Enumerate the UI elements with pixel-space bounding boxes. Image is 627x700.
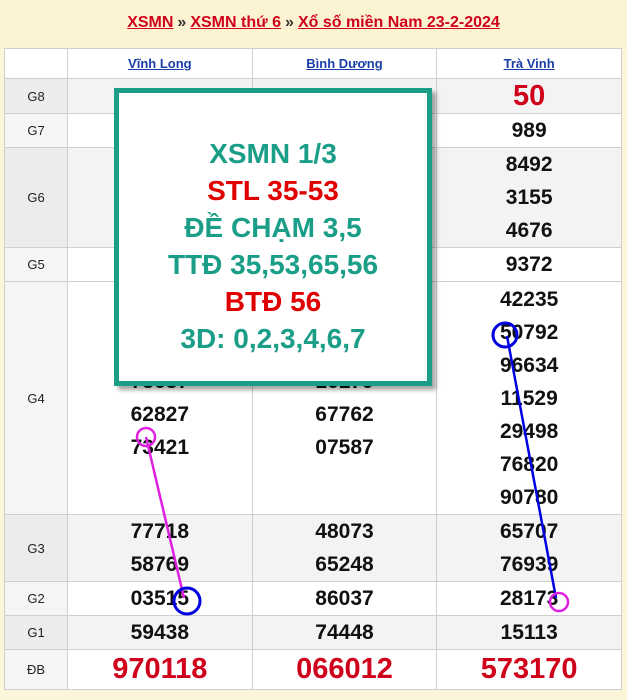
prize-number: 65248 bbox=[315, 553, 374, 576]
prize-number: 96634 bbox=[499, 353, 559, 377]
province-header: Vĩnh Long bbox=[67, 48, 253, 79]
prize-cell: 9372 bbox=[436, 247, 622, 282]
prize-cell: 86037 bbox=[251, 581, 438, 616]
prize-label: G6 bbox=[4, 147, 68, 248]
prize-number: 03515 bbox=[130, 587, 190, 610]
prize-number: 15113 bbox=[500, 621, 558, 644]
prize-number: 86037 bbox=[315, 587, 374, 610]
prize-number: 65707 bbox=[499, 520, 559, 543]
overlay-title: XSMN 1/3 bbox=[209, 138, 337, 169]
prize-number: 28173 bbox=[499, 587, 559, 610]
prize-label: G2 bbox=[4, 581, 68, 616]
prize-cell: 50 bbox=[436, 78, 622, 114]
breadcrumb-link-xsmn-thu6[interactable]: XSMN thứ 6 bbox=[190, 14, 281, 31]
prize-number: 989 bbox=[511, 119, 547, 142]
province-header-row: Vĩnh Long Bình Dương Trà Vinh bbox=[4, 48, 622, 79]
prize-number: 76820 bbox=[499, 452, 559, 476]
prize-cell: 42235 50792 96634 11529 29498 76820 9078… bbox=[436, 281, 622, 515]
prize-cell: 970118 bbox=[67, 649, 253, 690]
special-prize-number: 970118 bbox=[112, 653, 208, 685]
prize-cell: 8492 3155 4676 bbox=[436, 147, 622, 248]
province-link-vinh-long[interactable]: Vĩnh Long bbox=[128, 56, 192, 71]
prize-cell: 77718 58769 bbox=[67, 514, 253, 582]
prize-number: 59438 bbox=[130, 621, 190, 644]
prize-number: 50792 bbox=[499, 320, 559, 344]
prize-row-db: ĐB 970118 066012 573170 bbox=[4, 649, 622, 690]
prize-cell: 03515 bbox=[67, 581, 253, 616]
prediction-overlay-box: XSMN 1/3 STL 35-53 ĐỀ CHẠM 3,5 TTĐ 35,53… bbox=[114, 88, 432, 386]
prize-number: 29498 bbox=[499, 419, 559, 443]
breadcrumb-separator: » bbox=[177, 14, 187, 31]
province-link-tra-vinh[interactable]: Trà Vinh bbox=[504, 56, 555, 71]
overlay-stl: STL 35-53 bbox=[207, 175, 339, 206]
prize-cell: 48073 65248 bbox=[251, 514, 438, 582]
overlay-ttd: TTĐ 35,53,65,56 bbox=[167, 249, 379, 280]
prize-number: 48073 bbox=[315, 520, 374, 543]
breadcrumb-separator: » bbox=[285, 14, 294, 31]
prize-label: G1 bbox=[4, 615, 68, 650]
overlay-btd: BTĐ 56 bbox=[224, 286, 322, 317]
prize-number: 77718 bbox=[130, 520, 190, 543]
prize-number: 62827 bbox=[130, 403, 190, 426]
prize-label: ĐB bbox=[4, 649, 68, 690]
province-header: Bình Dương bbox=[251, 48, 438, 79]
prize-number: 42235 bbox=[499, 287, 559, 311]
overlay-de-cham: ĐỀ CHẠM 3,5 bbox=[184, 212, 362, 243]
prize-label: G4 bbox=[4, 281, 68, 515]
prize-cell: 28173 bbox=[436, 581, 622, 616]
province-header: Trà Vinh bbox=[436, 48, 622, 79]
prize-cell: 989 bbox=[436, 113, 622, 148]
prize-label: G3 bbox=[4, 514, 68, 582]
prize-number: 67762 bbox=[315, 403, 374, 426]
prize-number: 50 bbox=[513, 79, 546, 112]
breadcrumb: XSMN» XSMN thứ 6» Xổ số miền Nam 23-2-2024 bbox=[0, 0, 627, 46]
breadcrumb-link-xsmn[interactable]: XSMN bbox=[127, 14, 173, 31]
prize-cell: 65707 76939 bbox=[436, 514, 622, 582]
prize-number: 74448 bbox=[315, 621, 374, 644]
prize-number: 58769 bbox=[130, 553, 190, 576]
prize-label: G5 bbox=[4, 247, 68, 282]
prize-number: 73421 bbox=[130, 436, 190, 459]
special-prize-number: 066012 bbox=[296, 653, 393, 685]
prize-cell: 066012 bbox=[251, 649, 438, 690]
prize-number: 76939 bbox=[499, 553, 559, 576]
province-link-binh-duong[interactable]: Bình Dương bbox=[306, 56, 382, 71]
prize-number: 8492 bbox=[505, 153, 553, 176]
prize-number: 11529 bbox=[500, 386, 558, 410]
prize-cell: 573170 bbox=[436, 649, 622, 690]
prize-number: 90780 bbox=[499, 485, 559, 509]
prize-number: 4676 bbox=[505, 219, 553, 242]
prize-row-g2: G2 03515 86037 28173 bbox=[4, 581, 622, 616]
prize-row-g1: G1 59438 74448 15113 bbox=[4, 615, 622, 650]
prize-label: G8 bbox=[4, 78, 68, 114]
prize-cell: 15113 bbox=[436, 615, 622, 650]
prize-row-g3: G3 77718 58769 48073 65248 65707 76939 bbox=[4, 514, 622, 582]
prize-number: 07587 bbox=[315, 436, 374, 459]
prize-number: 9372 bbox=[505, 253, 553, 276]
overlay-3d: 3D: 0,2,3,4,6,7 bbox=[180, 323, 366, 354]
special-prize-number: 573170 bbox=[480, 653, 578, 685]
prize-label: G7 bbox=[4, 113, 68, 148]
prize-number: 3155 bbox=[505, 186, 553, 209]
prize-cell: 74448 bbox=[251, 615, 438, 650]
breadcrumb-link-current-date[interactable]: Xổ số miền Nam 23-2-2024 bbox=[298, 14, 500, 31]
corner-cell bbox=[4, 48, 68, 79]
prize-cell: 59438 bbox=[67, 615, 253, 650]
